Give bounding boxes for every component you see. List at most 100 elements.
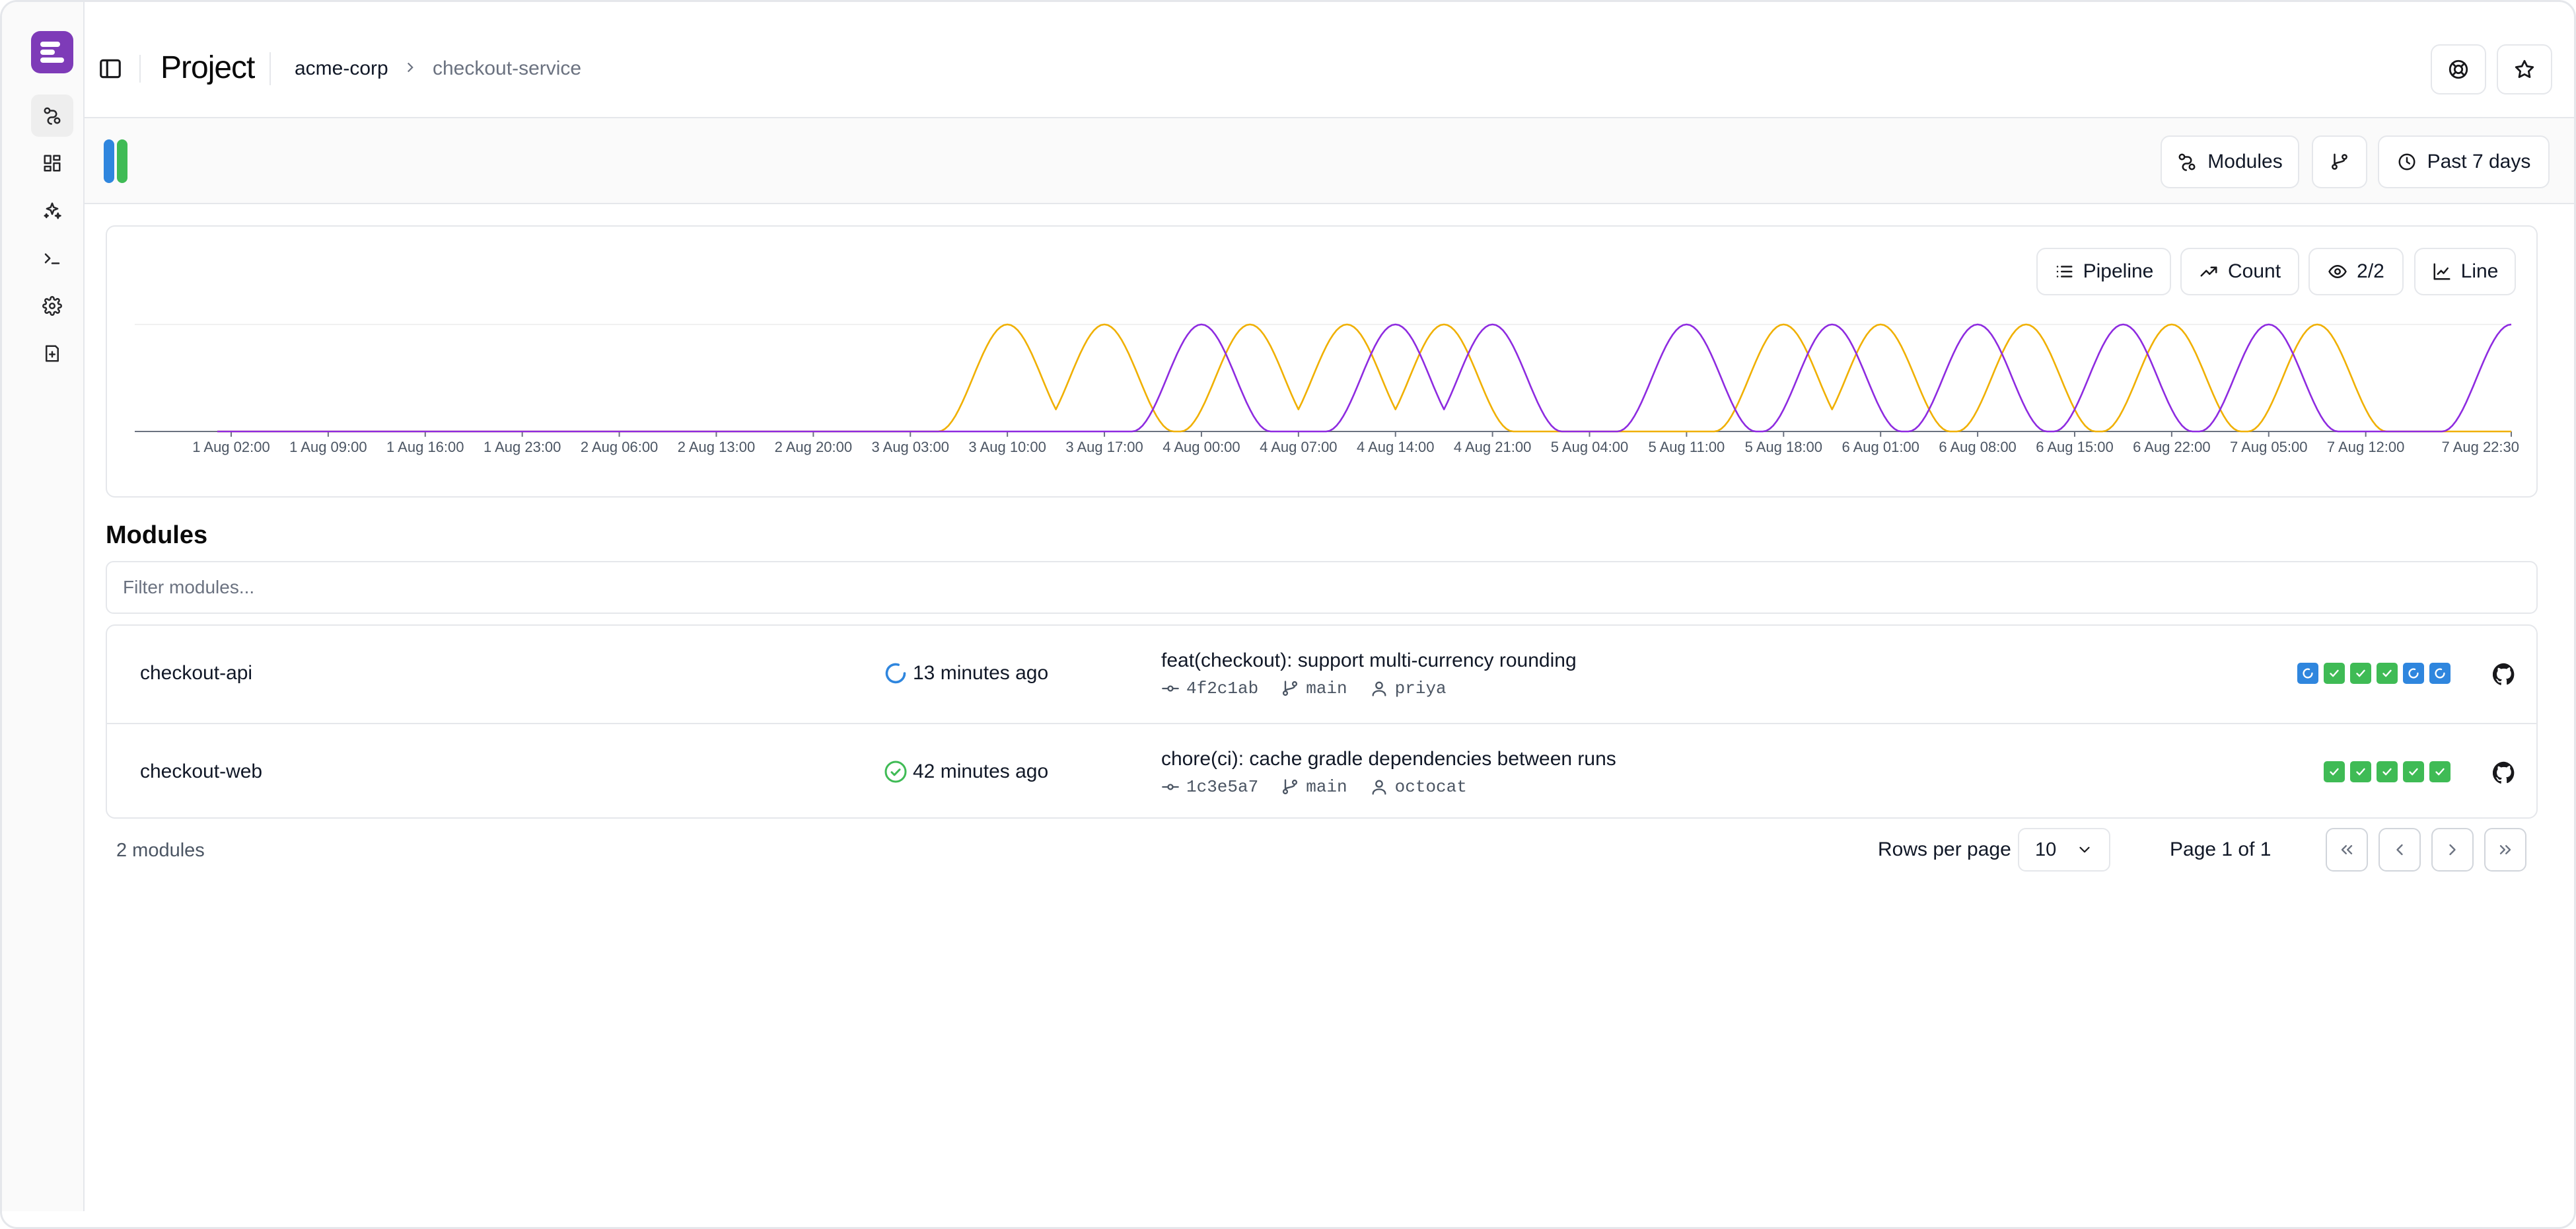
visibility-button[interactable]: 2/2	[2308, 248, 2404, 295]
run-success-badge[interactable]	[2350, 663, 2371, 684]
commit-branch: main	[1281, 777, 1347, 797]
dashboard-icon	[44, 155, 61, 172]
run-history	[2297, 663, 2451, 684]
run-running-badge[interactable]	[2297, 663, 2318, 684]
module-name[interactable]: checkout-web	[140, 761, 262, 783]
commit-icon	[1162, 784, 1179, 790]
star-icon	[2515, 59, 2534, 79]
spinner-icon	[2435, 668, 2445, 679]
run-success-badge[interactable]	[2324, 663, 2345, 684]
run-running-badge[interactable]	[2403, 663, 2424, 684]
last-page-button[interactable]	[2484, 828, 2526, 872]
x-tick-label: 5 Aug 11:00	[1648, 439, 1725, 455]
breadcrumb-service[interactable]: checkout-service	[433, 57, 581, 80]
github-icon[interactable]	[2493, 761, 2515, 784]
chart-type-button[interactable]: Line	[2414, 248, 2516, 295]
chevron-down-icon	[2079, 846, 2090, 853]
breadcrumb-org[interactable]: acme-corp	[295, 57, 388, 80]
run-success-badge[interactable]	[2377, 761, 2398, 782]
favorite-button[interactable]	[2497, 44, 2552, 94]
metric-button[interactable]: Count	[2180, 248, 2299, 295]
x-tick-label: 3 Aug 03:00	[872, 439, 949, 455]
table-row[interactable]: checkout-web 42 minutes ago chore(ci): c…	[107, 723, 2536, 819]
time-range-button[interactable]: Past 7 days	[2378, 135, 2550, 188]
github-icon[interactable]	[2493, 663, 2515, 685]
x-tick-label: 7 Aug 05:00	[2230, 439, 2307, 455]
x-tick-label: 1 Aug 16:00	[386, 439, 464, 455]
sidebar-item-modules[interactable]	[31, 94, 73, 137]
run-history	[2324, 761, 2451, 782]
modules-heading: Modules	[106, 521, 208, 549]
table-row[interactable]: checkout-api 13 minutes ago feat(checkou…	[107, 626, 2536, 722]
app-logo[interactable]	[31, 31, 73, 73]
x-tick-label: 6 Aug 01:00	[1842, 439, 1919, 455]
first-page-button[interactable]	[2326, 828, 2368, 872]
clock-icon	[2398, 153, 2415, 170]
git-branch-icon	[1283, 681, 1298, 696]
x-tick-label: 4 Aug 14:00	[1357, 439, 1434, 455]
commit-author: priya	[1370, 679, 1447, 698]
line-chart-icon	[2433, 263, 2451, 280]
module-name[interactable]: checkout-api	[140, 662, 252, 685]
group-by-button[interactable]: Pipeline	[2036, 248, 2171, 295]
rows-per-page-value: 10	[2035, 838, 2057, 860]
commit-icon	[1162, 685, 1179, 692]
modules-view-label: Modules	[2207, 151, 2283, 172]
page-title: Project	[161, 50, 255, 85]
check-icon	[2435, 768, 2445, 776]
run-success-badge[interactable]	[2324, 761, 2345, 782]
modules-view-button[interactable]: Modules	[2161, 135, 2299, 188]
commit-message[interactable]: chore(ci): cache gradle dependencies bet…	[1161, 748, 1616, 770]
git-branch-icon	[1283, 779, 1298, 795]
filter-modules-input[interactable]	[106, 561, 2538, 614]
check-icon	[2409, 768, 2418, 776]
chevron-right-icon	[407, 62, 413, 73]
next-page-button[interactable]	[2431, 828, 2474, 872]
route-icon	[44, 107, 61, 125]
branch-filter-button[interactable]	[2312, 135, 2367, 188]
previous-page-button[interactable]	[2379, 828, 2421, 872]
commit-message[interactable]: feat(checkout): support multi-currency r…	[1161, 650, 1577, 672]
series-line-0	[217, 323, 2511, 433]
x-tick-label: 3 Aug 17:00	[1065, 439, 1143, 455]
commit-hash: 1c3e5a7	[1161, 777, 1258, 797]
x-tick-label: 7 Aug 22:30	[2442, 439, 2519, 455]
commit-hash-text: 4f2c1ab	[1186, 679, 1259, 698]
x-tick-label: 3 Aug 10:00	[968, 439, 1046, 455]
time-range-label: Past 7 days	[2427, 151, 2531, 172]
module-count: 2 modules	[116, 840, 205, 861]
sidebar-item-terminal[interactable]	[31, 237, 73, 279]
trending-up-icon	[2200, 266, 2217, 277]
x-tick-label: 1 Aug 23:00	[483, 439, 561, 455]
sidebar-toggle-icon[interactable]	[98, 56, 123, 81]
check-icon	[2356, 669, 2365, 677]
x-tick-label: 2 Aug 06:00	[581, 439, 658, 455]
check-icon	[2330, 669, 2339, 677]
check-icon	[2382, 768, 2392, 776]
run-success-badge[interactable]	[2429, 761, 2451, 782]
commit-meta: 4f2c1ab main priya	[1161, 679, 1469, 698]
rows-per-page-select[interactable]: 10	[2018, 828, 2110, 872]
run-running-badge[interactable]	[2429, 663, 2451, 684]
pipeline-chart: 1 Aug 02:00 1 Aug 09:00 1 Aug 16:00 1 Aug 2…	[135, 323, 2519, 455]
sidebar-item-insights[interactable]	[31, 190, 73, 232]
sidebar-item-docs[interactable]	[31, 332, 73, 375]
commit-hash-text: 1c3e5a7	[1186, 777, 1259, 797]
run-success-badge[interactable]	[2377, 663, 2398, 684]
run-success-badge[interactable]	[2403, 761, 2424, 782]
user-icon	[1372, 780, 1386, 795]
chevron-right-icon	[2449, 844, 2456, 856]
run-success-badge[interactable]	[2350, 761, 2371, 782]
commit-author-text: priya	[1394, 679, 1447, 698]
book-icon	[46, 345, 59, 362]
check-icon	[2330, 768, 2339, 776]
chevrons-right-icon	[2499, 845, 2511, 854]
chevron-left-icon	[2396, 844, 2403, 856]
sidebar-item-settings[interactable]	[31, 285, 73, 327]
terminal-icon	[44, 253, 60, 264]
header-divider	[139, 55, 141, 83]
support-button[interactable]	[2431, 44, 2486, 94]
status-pill-success	[117, 139, 127, 183]
sidebar-item-dashboard[interactable]	[31, 142, 73, 184]
commit-branch-text: main	[1306, 679, 1347, 698]
